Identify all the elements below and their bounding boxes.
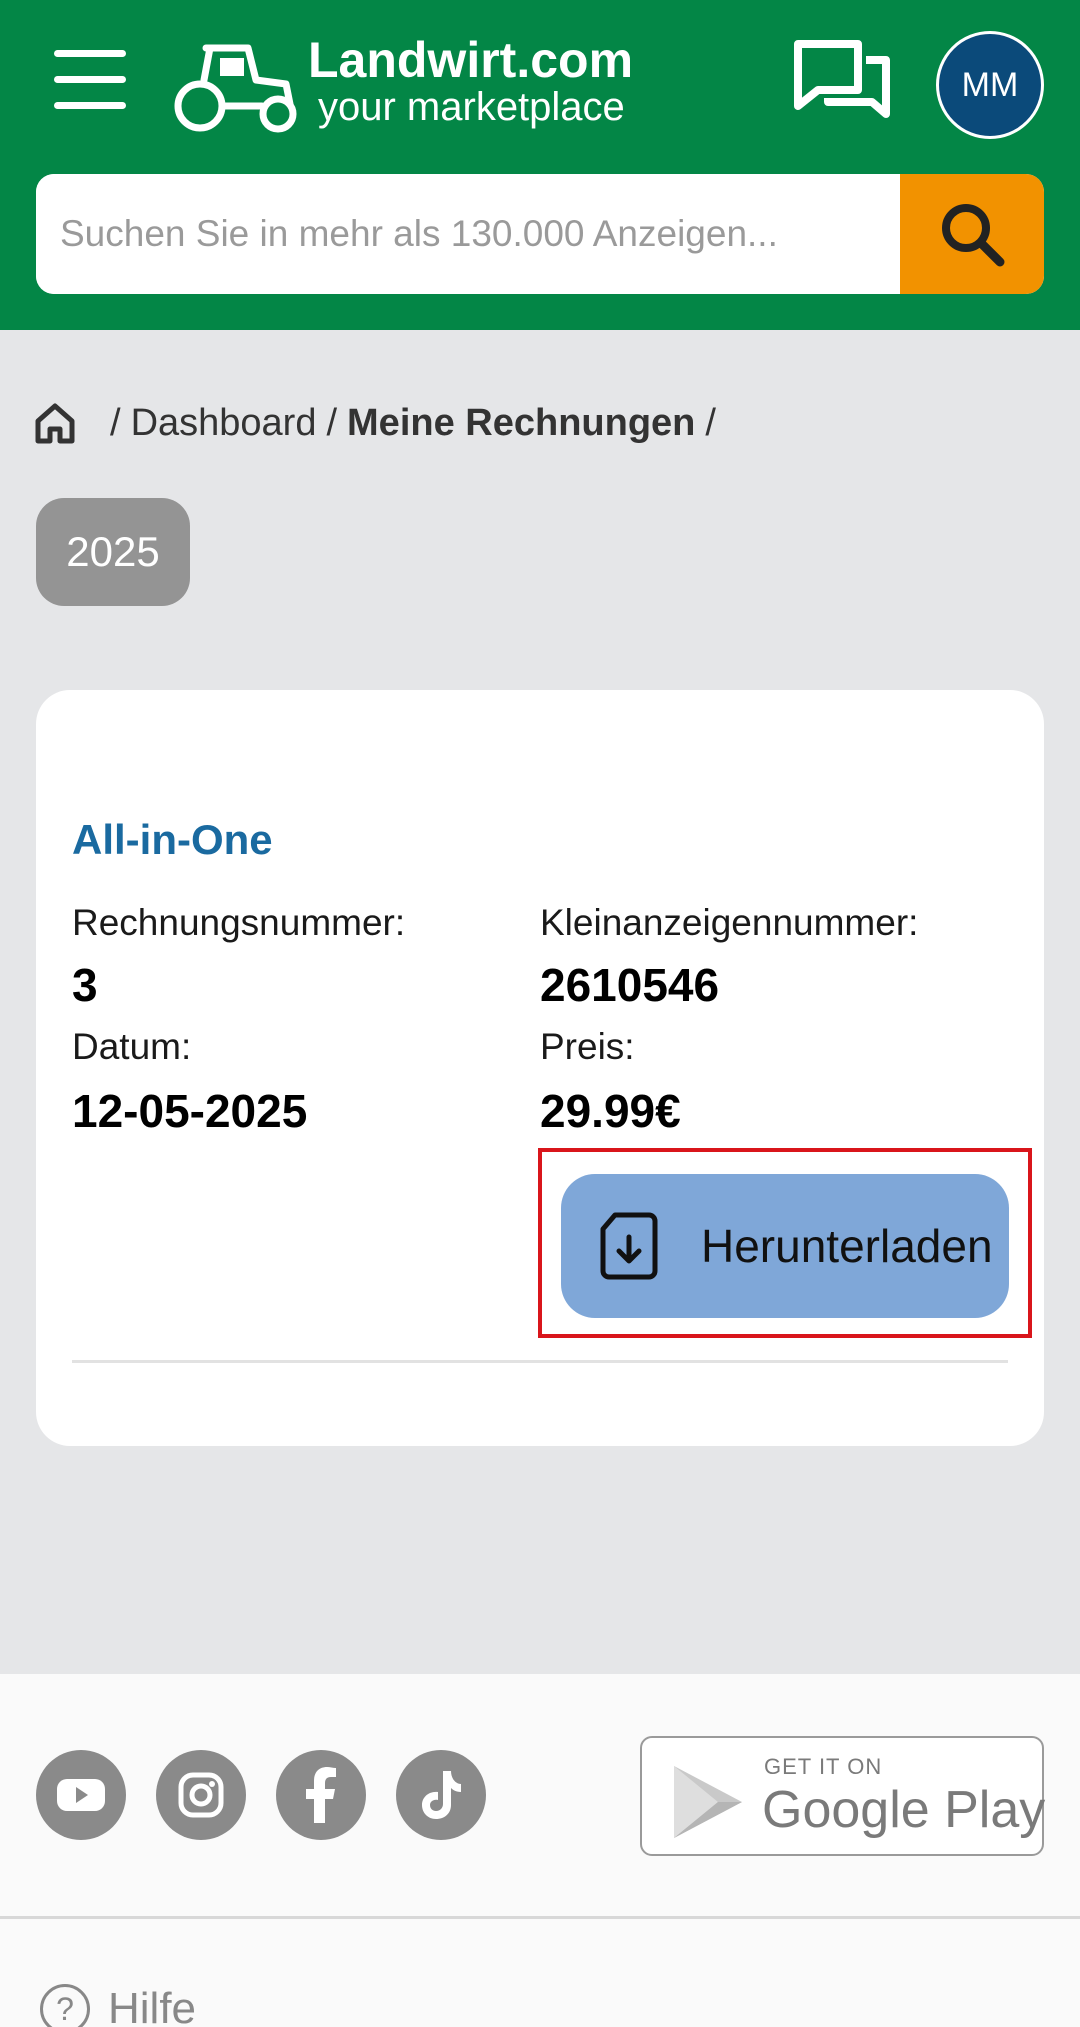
breadcrumb-separator: / xyxy=(705,401,716,444)
youtube-icon[interactable] xyxy=(36,1750,126,1840)
menu-icon[interactable] xyxy=(54,50,126,110)
top-bar: Landwirt.com your marketplace MM xyxy=(0,0,1080,330)
home-icon[interactable] xyxy=(34,401,76,445)
price-value: 29.99€ xyxy=(540,1085,681,1137)
invoice-date-value: 12-05-2025 xyxy=(72,1085,308,1137)
play-store-icon xyxy=(674,1766,742,1838)
messages-icon[interactable] xyxy=(792,38,892,130)
facebook-icon[interactable] xyxy=(276,1750,366,1840)
search-icon xyxy=(942,204,1005,267)
file-download-icon xyxy=(600,1212,658,1280)
download-button[interactable]: Herunterladen xyxy=(561,1174,1009,1318)
badge-big-text: Google Play xyxy=(762,1781,1046,1839)
invoice-number-label: Rechnungsnummer: xyxy=(72,902,406,943)
price-label: Preis: xyxy=(540,1026,635,1067)
search-button[interactable] xyxy=(900,174,1044,294)
user-avatar[interactable]: MM xyxy=(936,31,1044,139)
brand-logo[interactable]: Landwirt.com your marketplace xyxy=(170,28,650,138)
instagram-icon[interactable] xyxy=(156,1750,246,1840)
invoice-product-title: All-in-One xyxy=(72,816,273,863)
breadcrumb-dashboard[interactable]: Dashboard xyxy=(131,402,317,445)
google-play-badge[interactable]: GET IT ON Google Play xyxy=(640,1736,1046,1856)
footer: GET IT ON Google Play ? Hilfe xyxy=(0,1674,1080,2027)
breadcrumb-separator: / xyxy=(110,401,121,444)
brand-name: Landwirt.com xyxy=(308,32,634,88)
brand-tagline: your marketplace xyxy=(318,85,625,129)
invoice-date-label: Datum: xyxy=(72,1026,192,1067)
help-icon: ? xyxy=(40,1984,90,2027)
ad-number-label: Kleinanzeigennummer: xyxy=(540,902,919,943)
card-divider xyxy=(72,1360,1008,1363)
breadcrumb: / Dashboard / Meine Rechnungen / xyxy=(34,396,726,450)
breadcrumb-current: Meine Rechnungen xyxy=(347,401,696,444)
year-filter-chip[interactable]: 2025 xyxy=(36,498,190,606)
invoice-card: All-in-One Rechnungsnummer: 3 Datum: 12-… xyxy=(36,690,1044,1446)
download-button-label: Herunterladen xyxy=(701,1220,993,1272)
tiktok-icon[interactable] xyxy=(396,1750,486,1840)
invoice-number-value: 3 xyxy=(72,959,98,1011)
help-link[interactable]: ? Hilfe xyxy=(40,1984,196,2027)
breadcrumb-separator: / xyxy=(326,401,338,444)
search-bar xyxy=(36,174,1044,294)
footer-divider xyxy=(0,1916,1080,1919)
tractor-icon xyxy=(174,44,297,133)
search-input[interactable] xyxy=(36,174,900,294)
badge-small-text: GET IT ON xyxy=(764,1754,883,1779)
help-label: Hilfe xyxy=(108,1984,197,2027)
ad-number-value: 2610546 xyxy=(540,959,720,1011)
